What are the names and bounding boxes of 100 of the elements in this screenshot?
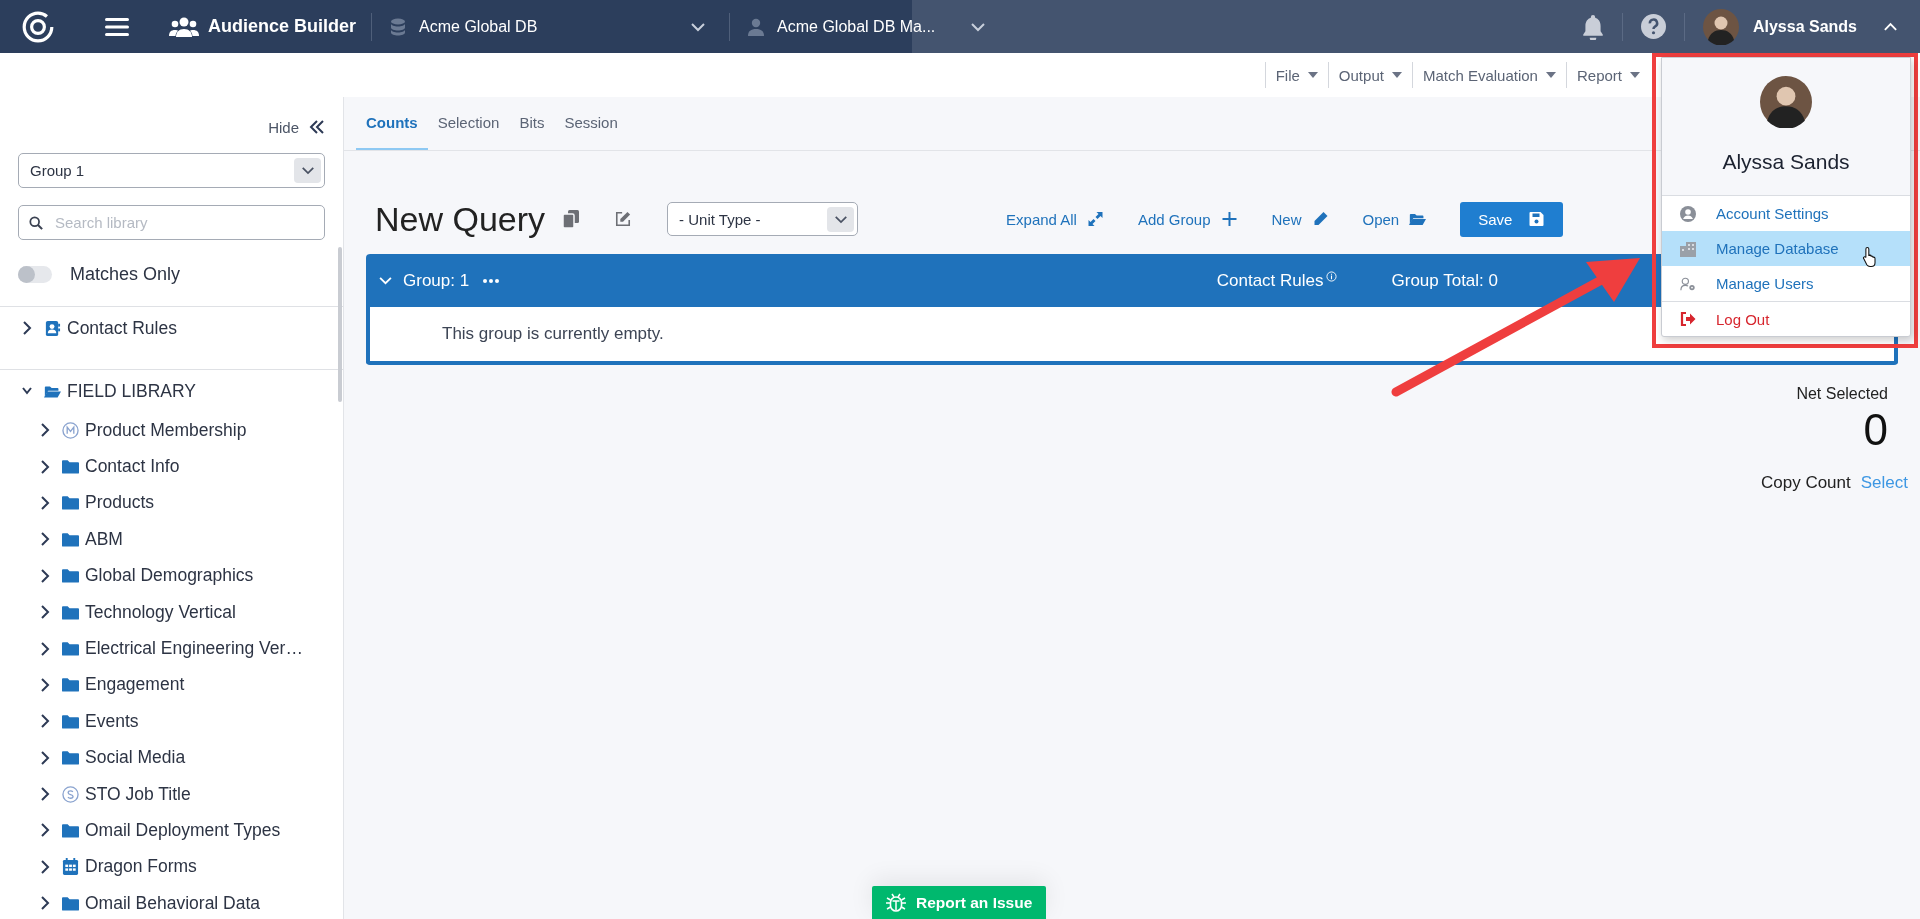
chevron-down-icon — [970, 21, 987, 32]
plus-icon — [1220, 211, 1238, 227]
database-select[interactable]: Acme Global DB — [390, 6, 715, 47]
app-title: Audience Builder — [208, 16, 357, 37]
folder-icon — [62, 640, 79, 658]
toolbar-link[interactable]: Open — [1362, 210, 1427, 228]
tab[interactable]: Session — [554, 97, 628, 150]
expand-chevron-icon[interactable] — [40, 604, 50, 621]
expand-chevron-icon[interactable] — [40, 822, 50, 839]
notification-bell-icon[interactable] — [1581, 13, 1604, 40]
contact-card-icon — [44, 319, 61, 337]
menu-item[interactable]: Account Settings — [1662, 196, 1910, 231]
tree-item[interactable]: Global Demographics — [85, 565, 254, 587]
open-folder-icon — [1409, 211, 1427, 227]
menu-item[interactable]: Report — [1566, 60, 1650, 90]
avatar — [1760, 76, 1812, 128]
expand-chevron-icon[interactable] — [40, 531, 50, 548]
empty-message: This group is currently empty. — [442, 324, 664, 344]
tree-item[interactable]: STO Job Title — [85, 783, 191, 805]
expand-chevron-icon[interactable] — [40, 786, 50, 803]
logo-icon[interactable] — [21, 9, 55, 44]
tree-item[interactable]: Products — [85, 492, 155, 514]
calendar-icon — [62, 858, 79, 876]
copy-icon[interactable] — [563, 210, 580, 228]
expand-chevron-icon[interactable] — [40, 567, 50, 584]
user-name: Alyssa Sands — [1722, 150, 1850, 174]
expand-chevron-icon[interactable] — [40, 713, 50, 730]
tree-item[interactable]: Engagement — [85, 674, 185, 696]
tree-item[interactable]: Social Media — [85, 747, 186, 769]
account-select[interactable]: Acme Global DB Ma... — [748, 6, 995, 47]
expand-chevron-icon[interactable] — [40, 676, 50, 693]
folder-icon — [62, 458, 79, 476]
tab[interactable]: Selection — [427, 97, 510, 150]
caret-icon — [1307, 72, 1318, 78]
toolbar-link[interactable]: New — [1271, 210, 1329, 228]
net-selected-count: 0 — [1863, 405, 1888, 455]
menu-item[interactable]: Log Out — [1662, 301, 1910, 336]
hide-sidebar-button[interactable]: Hide — [268, 111, 325, 143]
net-selected-label: Net Selected — [1796, 385, 1888, 403]
menu-icon[interactable] — [105, 16, 129, 37]
tree-item[interactable]: Contact Rules — [67, 317, 177, 339]
expand-chevron-icon[interactable] — [40, 640, 50, 657]
avatar — [1702, 8, 1739, 45]
menu-item[interactable]: Match Evaluation — [1412, 60, 1566, 90]
toolbar-link[interactable]: Add Group — [1137, 210, 1238, 228]
menu-item[interactable]: Output — [1328, 60, 1412, 90]
database-icon — [390, 17, 407, 36]
unit-type-select[interactable]: - Unit Type - — [667, 202, 859, 236]
collapse-chevron-icon[interactable] — [378, 276, 393, 285]
help-icon[interactable] — [1640, 14, 1666, 39]
tree-item[interactable]: ABM — [85, 528, 123, 550]
tree-item[interactable]: Events — [85, 710, 139, 732]
expand-chevron-icon[interactable] — [40, 422, 50, 439]
expand-chevron-icon[interactable] — [22, 320, 32, 336]
folder-icon — [62, 749, 79, 767]
expand-chevron-icon[interactable] — [40, 749, 50, 766]
tree-item[interactable]: Omail Deployment Types — [85, 820, 281, 841]
contact-rules-label: Contact Rules — [1216, 270, 1324, 291]
tree-item[interactable]: Contact Info — [85, 456, 180, 478]
info-icon — [1325, 271, 1337, 282]
folder-icon — [62, 530, 79, 548]
save-button[interactable]: Save — [1460, 201, 1564, 237]
tree-item[interactable]: Technology Vertical — [85, 601, 236, 623]
toggle-label: Matches Only — [70, 263, 181, 285]
pointer-cursor-icon — [1862, 246, 1879, 267]
edit-icon[interactable] — [615, 210, 632, 228]
search-field[interactable]: Search library — [18, 205, 325, 240]
toggle-switch[interactable] — [18, 265, 52, 283]
tree-item[interactable]: Dragon Forms — [85, 856, 197, 878]
folder-icon — [62, 603, 79, 621]
expand-chevron-icon[interactable] — [40, 895, 50, 912]
tab[interactable]: Bits — [509, 97, 555, 150]
chevron-down-icon — [690, 21, 707, 32]
tree-item[interactable]: FIELD LIBRARY — [67, 380, 197, 402]
group-total: Group Total: 0 — [1391, 270, 1498, 291]
more-options-icon[interactable] — [483, 278, 500, 283]
expand-chevron-icon[interactable] — [40, 458, 50, 475]
menu-item[interactable]: File — [1265, 60, 1328, 90]
menu-item[interactable]: Manage Database — [1662, 231, 1910, 266]
folder-icon — [62, 567, 79, 585]
building-icon — [1680, 240, 1696, 257]
menu-item[interactable]: Manage Users — [1662, 266, 1910, 301]
expand-chevron-icon[interactable] — [40, 494, 50, 511]
tree-item[interactable]: Product Membership — [85, 419, 247, 441]
tab[interactable]: Counts — [356, 97, 428, 150]
group-title: Group: 1 — [403, 270, 470, 291]
caret-icon — [1545, 72, 1556, 78]
people-icon — [169, 15, 199, 38]
person-icon — [748, 17, 765, 36]
double-chevron-icon — [309, 120, 325, 134]
toolbar-link[interactable]: Expand All — [1006, 210, 1104, 228]
tree-item[interactable]: Omail Behavioral Data — [85, 892, 261, 914]
chevron-up-icon — [1883, 21, 1898, 32]
user-menu-button[interactable]: Alyssa Sands — [1702, 8, 1898, 45]
circled-s-icon — [62, 785, 79, 803]
tree-item[interactable]: Electrical Engineering Ver… — [85, 638, 303, 660]
expand-chevron-icon[interactable] — [40, 858, 50, 875]
bug-icon — [886, 892, 906, 913]
group-select[interactable]: Group 1 — [18, 153, 325, 188]
user-circle-icon — [1680, 205, 1696, 222]
